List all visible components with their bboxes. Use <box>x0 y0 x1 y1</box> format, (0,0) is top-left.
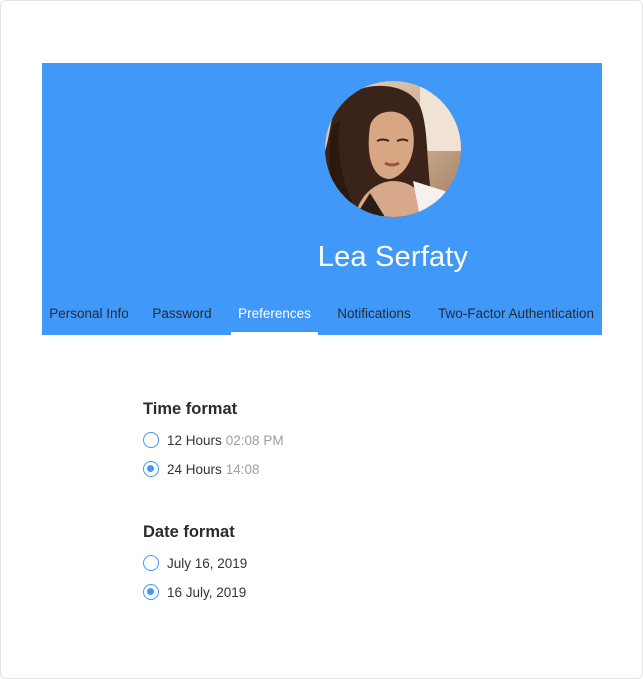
option-label: 12 Hours <box>167 432 222 448</box>
avatar <box>325 81 461 217</box>
settings-tabs: Personal Info Password Preferences Notif… <box>42 297 602 335</box>
avatar-photo <box>325 81 461 217</box>
time-format-12h-option[interactable]: 12 Hours 02:08 PM <box>143 431 284 449</box>
time-format-title: Time format <box>143 400 238 418</box>
tab-password[interactable]: Password <box>149 297 215 335</box>
option-label: 16 July, 2019 <box>167 584 247 600</box>
date-format-day-first-option[interactable]: 16 July, 2019 <box>143 583 246 601</box>
tab-personal-info[interactable]: Personal Info <box>48 297 130 335</box>
profile-header: Lea Serfaty Personal Info Password Prefe… <box>42 63 602 335</box>
tab-notifications[interactable]: Notifications <box>332 297 416 335</box>
option-label: 24 Hours <box>167 461 222 477</box>
option-label: July 16, 2019 <box>167 555 248 571</box>
user-name: Lea Serfaty <box>317 241 469 273</box>
radio-12h[interactable] <box>143 432 159 448</box>
tab-preferences[interactable]: Preferences <box>231 297 318 335</box>
option-sample: 02:08 PM <box>225 432 284 448</box>
date-format-title: Date format <box>143 523 235 541</box>
option-sample: 14:08 <box>225 461 260 477</box>
radio-month-first[interactable] <box>143 555 159 571</box>
date-format-month-first-option[interactable]: July 16, 2019 <box>143 554 247 572</box>
time-format-24h-option[interactable]: 24 Hours 14:08 <box>143 460 260 478</box>
tab-two-factor-authentication[interactable]: Two-Factor Authentication <box>433 297 599 335</box>
settings-card: Lea Serfaty Personal Info Password Prefe… <box>0 0 643 679</box>
radio-day-first[interactable] <box>143 584 159 600</box>
radio-24h[interactable] <box>143 461 159 477</box>
